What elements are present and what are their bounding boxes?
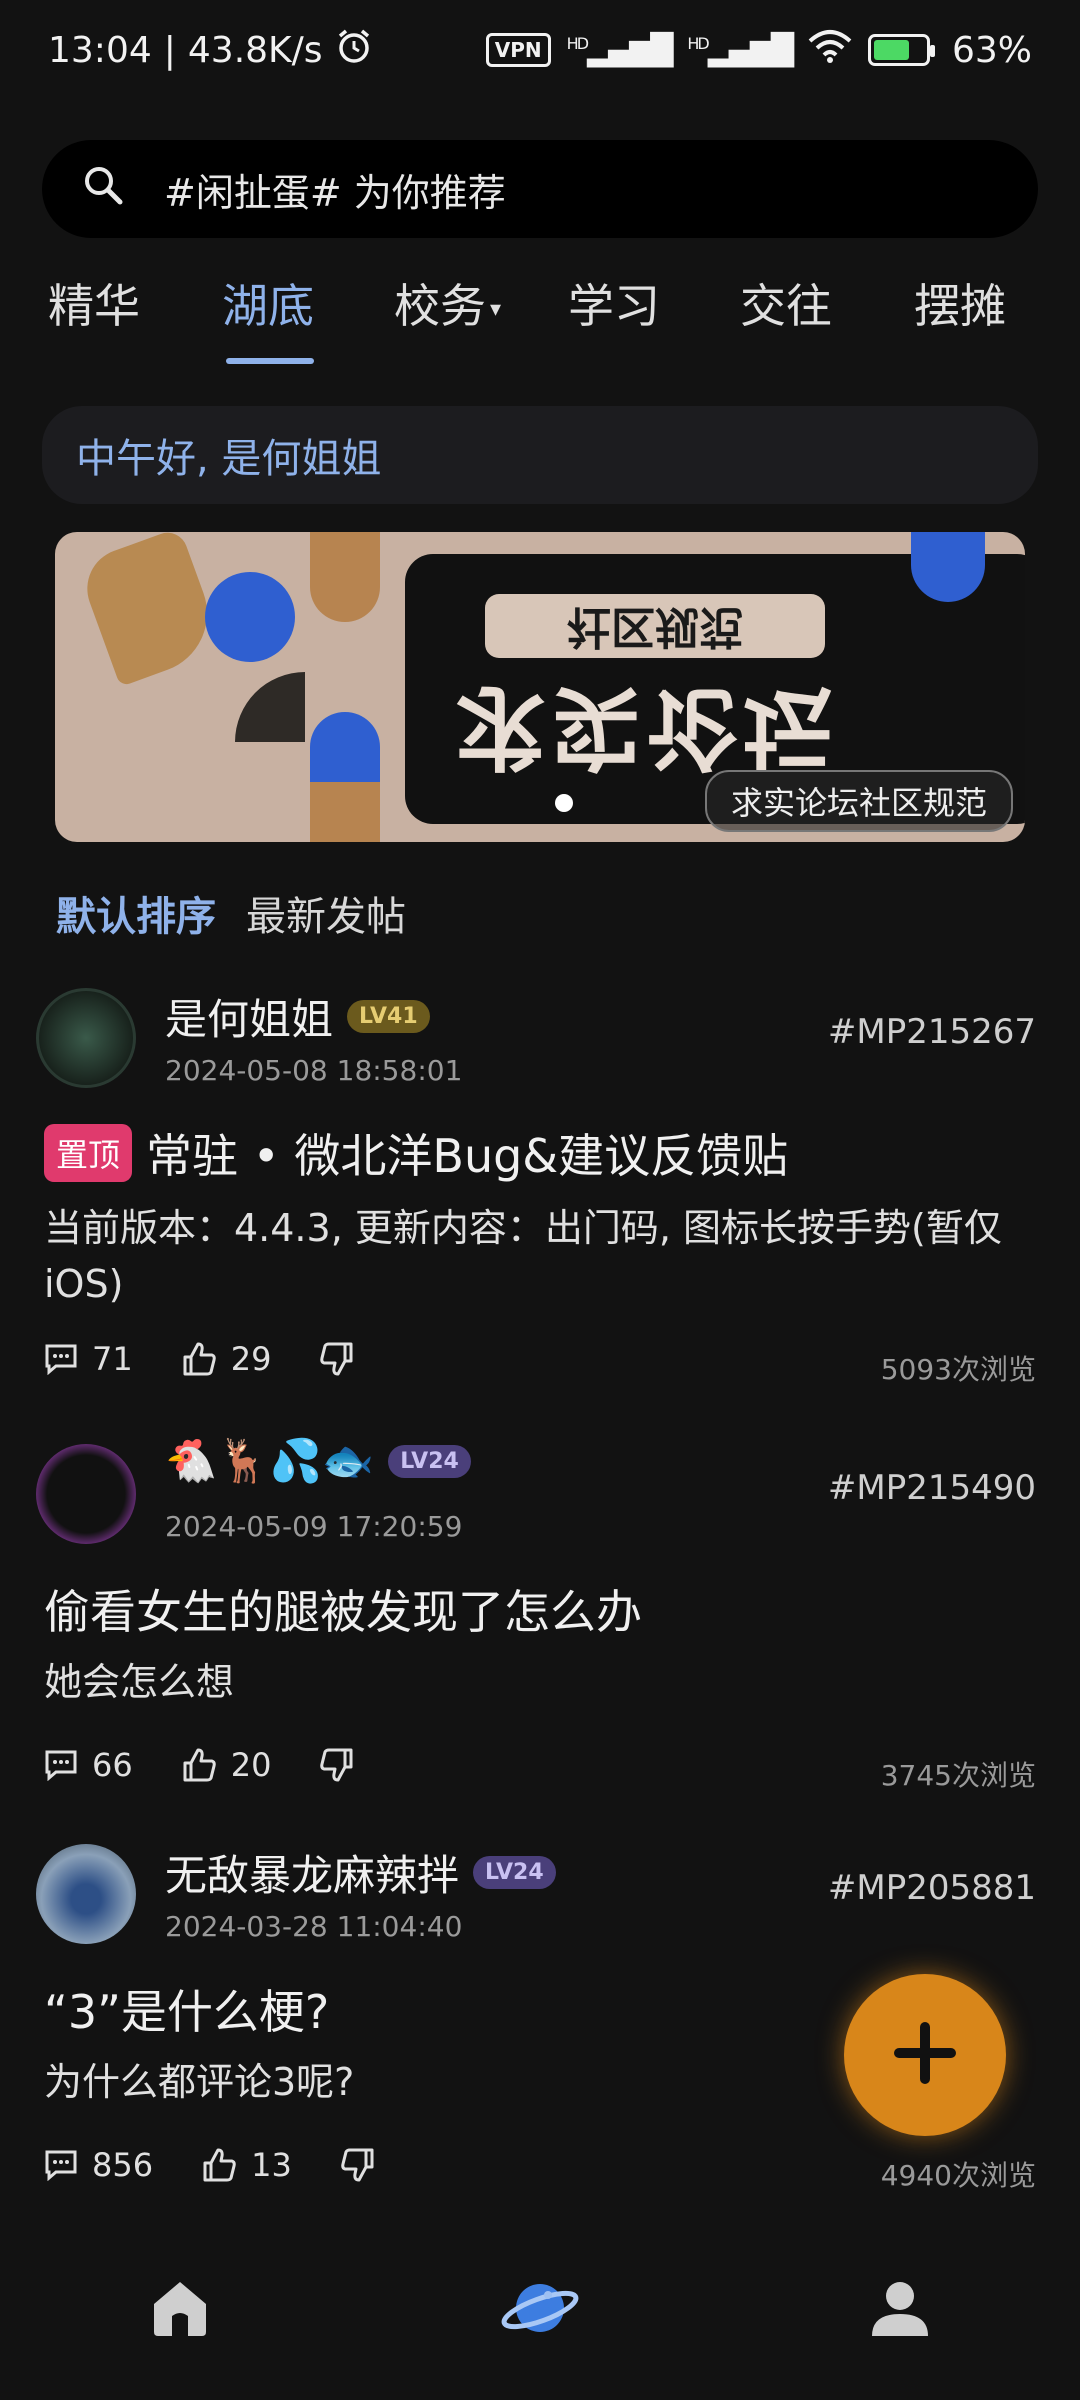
author-name: 🐔🦌💦🐟 — [165, 1436, 375, 1485]
battery-icon — [867, 34, 935, 66]
banner-blue-arch — [310, 712, 380, 782]
post-title: “3”是什么梗? — [44, 1985, 330, 2039]
post-author[interactable]: 无敌暴龙麻辣拌 LV24 — [165, 1842, 556, 1903]
post-author[interactable]: 🐔🦌💦🐟 LV24 — [165, 1436, 471, 1486]
search-placeholder: #闲扯蛋# 为你推荐 — [164, 170, 506, 215]
sort-default-button[interactable]: 默认排序 — [56, 884, 216, 942]
banner-arch-shape — [235, 672, 305, 742]
tab-baitan[interactable]: 摆摊 — [914, 270, 1006, 336]
view-count: 3745次浏览 — [880, 1759, 1036, 1792]
status-right: VPN HD▂▄▆█ HD▂▄▆█ 63% — [485, 29, 1032, 72]
nav-discover[interactable] — [490, 2260, 590, 2360]
banner-subtitle-text: 社区规范 — [567, 601, 743, 652]
comment-count: 856 — [92, 2146, 154, 2184]
post-stats: 66 20 — [44, 1746, 355, 1784]
search-bar[interactable]: #闲扯蛋# 为你推荐 — [42, 140, 1038, 238]
thumbs-down-icon[interactable] — [340, 2147, 376, 2183]
post-date: 2024-05-09 17:20:59 — [165, 1510, 463, 1543]
like-count: 20 — [230, 1746, 272, 1784]
thumbs-down-icon[interactable] — [319, 1341, 355, 1377]
post-id: #MP215490 — [827, 1468, 1036, 1508]
nav-home[interactable] — [130, 2260, 230, 2360]
sort-latest-button[interactable]: 最新发帖 — [246, 884, 406, 942]
avatar[interactable] — [36, 1444, 136, 1544]
post-stats: 71 29 — [44, 1340, 355, 1378]
author-name: 无敌暴龙麻辣拌 — [165, 1851, 460, 1900]
banner-caption: 求实论坛社区规范 — [704, 770, 1013, 832]
home-icon — [148, 2276, 212, 2344]
tab-active-indicator — [226, 358, 314, 364]
post-author[interactable]: 是何姐姐 LV41 — [165, 986, 430, 1047]
bottom-navigation — [0, 2220, 1080, 2400]
wifi-icon — [808, 29, 852, 72]
alarm-icon — [335, 27, 373, 74]
view-count: 4940次浏览 — [880, 2159, 1036, 2192]
battery-percent: 63% — [951, 29, 1032, 71]
tab-xiaowu-label: 校务 — [394, 279, 486, 333]
banner-subtitle-plate: 社区规范 — [485, 594, 825, 658]
tab-hudi[interactable]: 湖底 — [222, 270, 314, 336]
comment-icon[interactable] — [44, 2149, 78, 2181]
tab-xuexi[interactable]: 学习 — [568, 270, 660, 336]
post-date: 2024-03-28 11:04:40 — [165, 1910, 463, 1943]
signal-icon-1: HD▂▄▆█ — [566, 32, 674, 68]
like-count: 29 — [230, 1340, 272, 1378]
signal-icon-2: HD▂▄▆█ — [687, 32, 794, 68]
banner-wood-block — [310, 782, 380, 842]
status-bar: 13:04 | 43.8K/s VPN HD▂▄▆█ HD▂▄▆█ 63% — [0, 0, 1080, 100]
new-post-button[interactable] — [844, 1974, 1006, 2136]
post-title: 常驻 • 微北洋Bug&建议反馈贴 — [146, 1129, 789, 1183]
thumbs-down-icon[interactable] — [319, 1747, 355, 1783]
post-body: 她会怎么想 — [44, 1660, 235, 1704]
tab-jinghua[interactable]: 精华 — [48, 270, 140, 336]
comment-count: 66 — [92, 1746, 133, 1784]
level-badge: LV41 — [347, 1000, 430, 1033]
comment-icon[interactable] — [44, 1343, 78, 1375]
banner-blue-shape — [205, 572, 295, 662]
category-tabs: 精华 湖底 校务 ▾ 学习 交往 摆摊 — [0, 270, 1080, 366]
pinned-badge: 置顶 — [44, 1124, 133, 1182]
plus-icon — [893, 2021, 957, 2089]
post-stats: 856 13 — [44, 2146, 376, 2184]
avatar[interactable] — [36, 988, 136, 1088]
comment-count: 71 — [92, 1340, 133, 1378]
comment-icon[interactable] — [44, 1749, 78, 1781]
greeting-text: 中午好, 是何姐姐 — [76, 436, 382, 482]
user-icon — [868, 2276, 932, 2344]
post-id: #MP215267 — [827, 1012, 1036, 1052]
greeting-bar: 中午好, 是何姐姐 — [42, 406, 1038, 504]
view-count: 5093次浏览 — [880, 1353, 1036, 1386]
post-title-row: 置顶 常驻 • 微北洋Bug&建议反馈贴 — [44, 1120, 788, 1186]
thumbs-up-icon[interactable] — [181, 1747, 217, 1783]
sort-options: 默认排序 最新发帖 — [56, 884, 406, 942]
post-date: 2024-05-08 18:58:01 — [165, 1054, 463, 1087]
status-divider: | — [163, 29, 176, 71]
author-name: 是何姐姐 — [165, 995, 334, 1044]
chevron-down-icon: ▾ — [490, 297, 502, 322]
tab-xiaowu[interactable]: 校务 ▾ — [394, 270, 501, 336]
status-left: 13:04 | 43.8K/s — [48, 27, 373, 74]
post-body: 当前版本：4.4.3, 更新内容：出门码, 图标长按手势(暂仅iOS) — [44, 1206, 1002, 1306]
planet-icon — [500, 2273, 580, 2347]
search-icon — [82, 164, 142, 215]
vpn-badge: VPN — [485, 33, 551, 67]
banner-carousel[interactable]: 社区规范 求实论坛 求实论坛社区规范 — [55, 532, 1025, 842]
banner-wood-shape — [310, 532, 380, 622]
thumbs-up-icon[interactable] — [201, 2147, 237, 2183]
carousel-indicator-dot — [555, 794, 573, 812]
level-badge: LV24 — [473, 1856, 556, 1889]
avatar[interactable] — [36, 1844, 136, 1944]
thumbs-up-icon[interactable] — [181, 1341, 217, 1377]
nav-profile[interactable] — [850, 2260, 950, 2360]
banner-figure-illustration — [76, 532, 224, 687]
level-badge: LV24 — [388, 1444, 471, 1478]
post-title: 偷看女生的腿被发现了怎么办 — [44, 1585, 642, 1639]
like-count: 13 — [251, 2146, 292, 2184]
status-speed: 43.8K/s — [187, 29, 323, 71]
status-time: 13:04 — [48, 29, 152, 71]
tab-jiaowang[interactable]: 交往 — [740, 270, 832, 336]
post-id: #MP205881 — [827, 1868, 1036, 1908]
